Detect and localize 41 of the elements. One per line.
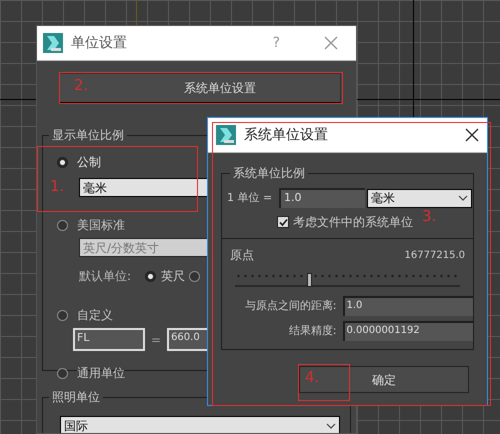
- dropdown[interactable]: 毫米: [367, 188, 472, 208]
- slider-thumb[interactable]: [307, 273, 312, 287]
- annotation-label: 4.: [305, 368, 320, 386]
- annotation-label: 3.: [422, 207, 436, 225]
- dropdown-value: 国际: [64, 418, 88, 433]
- text-field[interactable]: FL: [73, 328, 145, 351]
- number-field[interactable]: 0.0000001192: [342, 321, 473, 341]
- chevron-down-icon: [458, 195, 468, 201]
- app-logo-icon: [216, 125, 236, 145]
- field-label: 与原点之间的距离:: [244, 298, 337, 314]
- radio-button[interactable]: [189, 270, 200, 282]
- number-field[interactable]: 1.0: [342, 296, 473, 316]
- radio-button[interactable]: [57, 156, 68, 168]
- annotation-label: 2.: [74, 76, 88, 94]
- annotation-label: 1.: [50, 177, 64, 195]
- radio-label[interactable]: 英尺: [161, 267, 185, 285]
- radio-label[interactable]: 公制: [77, 154, 101, 170]
- group-title: 照明单位: [49, 389, 103, 405]
- equals-sign: =: [151, 332, 162, 348]
- radio-label[interactable]: 通用单位: [77, 365, 125, 381]
- window-title: 系统单位设置: [244, 126, 329, 144]
- radio-label[interactable]: 自定义: [77, 307, 113, 323]
- radio-button[interactable]: [145, 270, 156, 282]
- group-title: 系统单位比例: [230, 165, 308, 181]
- field-label: 结果精度:: [288, 322, 337, 339]
- app-logo-icon: [43, 33, 63, 53]
- window-title: 单位设置: [71, 34, 128, 52]
- field-label: 默认单位:: [79, 268, 132, 285]
- close-icon[interactable]: [465, 128, 479, 142]
- number-field[interactable]: 1.0: [279, 188, 365, 208]
- chevron-down-icon: [326, 422, 336, 428]
- dropdown-value: 毫米: [371, 190, 395, 207]
- radio-button[interactable]: [57, 368, 68, 378]
- origin-value: 16777215.0: [404, 248, 465, 262]
- group-title: 显示单位比例: [49, 127, 127, 143]
- checkbox-label[interactable]: 考虑文件中的系统单位: [293, 213, 413, 231]
- radio-button[interactable]: [57, 220, 68, 230]
- dropdown[interactable]: 国际: [60, 416, 340, 433]
- checkbox[interactable]: [277, 216, 289, 228]
- radio-button[interactable]: [57, 310, 68, 320]
- radio-label[interactable]: 美国标准: [77, 217, 125, 233]
